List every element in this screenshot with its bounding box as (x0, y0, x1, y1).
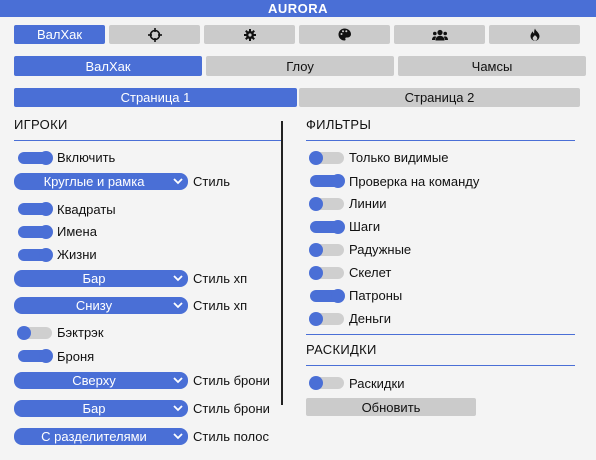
dropdown-value: Бар (82, 271, 106, 286)
toggle-knob (39, 151, 53, 165)
names-label: Имена (57, 224, 97, 239)
armor-toggle[interactable] (18, 349, 53, 363)
grenades-top-divider (306, 334, 575, 335)
toggle-knob (309, 312, 323, 326)
grenades-section-divider (306, 365, 575, 366)
gear-icon (243, 28, 256, 41)
filter-lines-toggle[interactable] (309, 197, 344, 211)
toggle-knob (39, 225, 53, 239)
filter-money-label: Деньги (349, 311, 391, 326)
hp-style-label-1: Стиль хп (193, 271, 248, 286)
filter-visible-only-toggle[interactable] (309, 151, 344, 165)
window-title: AURORA (0, 0, 596, 17)
tab-valhak[interactable]: ВалХак (14, 25, 105, 44)
chevron-down-icon (172, 175, 184, 190)
toggle-knob (309, 376, 323, 390)
toggle-knob (309, 266, 323, 280)
tab-settings[interactable] (204, 25, 295, 44)
column-divider (281, 121, 283, 405)
filters-section-title: ФИЛЬТРЫ (306, 117, 372, 132)
filter-skeleton-label: Скелет (349, 265, 392, 280)
toggle-knob (39, 248, 53, 262)
toggle-knob (331, 174, 345, 188)
bar-style-label: Стиль полос (193, 429, 270, 444)
dropdown-value: С разделителями (41, 429, 147, 444)
filter-rainbow-toggle[interactable] (309, 243, 344, 257)
filter-team-check-toggle[interactable] (310, 174, 345, 188)
dropdown-value: Сверху (72, 373, 116, 388)
tab-aimbot[interactable] (109, 25, 200, 44)
chevron-down-icon (172, 272, 184, 287)
enable-toggle[interactable] (18, 151, 53, 165)
grenades-toggle[interactable] (309, 376, 344, 390)
filter-visible-only-label: Только видимые (349, 150, 449, 165)
health-label: Жизни (57, 247, 97, 262)
dropdown-value: Бар (82, 401, 106, 416)
page-tab-bar: Страница 1 Страница 2 (14, 88, 580, 107)
armor-style-dropdown-2[interactable]: Бар (14, 400, 188, 417)
toggle-knob (39, 202, 53, 216)
backtrack-toggle[interactable] (17, 326, 52, 340)
subtab-glow[interactable]: Глоу (206, 56, 394, 76)
filter-lines-label: Линии (349, 196, 387, 211)
armor-style-label-1: Стиль брони (193, 373, 270, 388)
refresh-button[interactable]: Обновить (306, 398, 476, 416)
armor-label: Броня (57, 349, 95, 364)
toggle-knob (309, 197, 323, 211)
style-dropdown[interactable]: Круглые и рамка (14, 173, 188, 190)
filter-ammo-label: Патроны (349, 288, 403, 303)
hp-style-dropdown-1[interactable]: Бар (14, 270, 188, 287)
dropdown-value: Снизу (75, 298, 113, 313)
players-section-divider (14, 140, 282, 141)
subtab-valhak[interactable]: ВалХак (14, 56, 202, 76)
filter-steps-label: Шаги (349, 219, 381, 234)
hp-style-label-2: Стиль хп (193, 298, 248, 313)
backtrack-label: Бэктрэк (57, 325, 104, 340)
toggle-knob (309, 151, 323, 165)
grenades-label: Раскидки (349, 376, 405, 391)
players-section-title: ИГРОКИ (14, 117, 68, 132)
dropdown-value: Круглые и рамка (43, 174, 145, 189)
squares-toggle[interactable] (18, 202, 53, 216)
toggle-knob (331, 289, 345, 303)
subtab-chams[interactable]: Чамсы (398, 56, 586, 76)
health-toggle[interactable] (18, 248, 53, 262)
filter-steps-toggle[interactable] (310, 220, 345, 234)
filter-skeleton-toggle[interactable] (309, 266, 344, 280)
filter-team-check-label: Проверка на команду (349, 174, 480, 189)
toggle-knob (331, 220, 345, 234)
users-icon (431, 29, 448, 41)
filter-money-toggle[interactable] (309, 312, 344, 326)
tab-misc[interactable] (489, 25, 580, 44)
main-tab-bar: ВалХак (14, 25, 580, 44)
chevron-down-icon (172, 374, 184, 389)
names-toggle[interactable] (18, 225, 53, 239)
chevron-down-icon (172, 430, 184, 445)
tab-players[interactable] (394, 25, 485, 44)
style-label: Стиль (193, 174, 230, 189)
palette-icon (338, 28, 351, 41)
bar-style-dropdown[interactable]: С разделителями (14, 428, 188, 445)
tab-colors[interactable] (299, 25, 390, 44)
chevron-down-icon (172, 299, 184, 314)
toggle-knob (39, 349, 53, 363)
crosshair-icon (147, 27, 162, 42)
grenades-section-title: РАСКИДКИ (306, 342, 377, 357)
enable-label: Включить (57, 150, 116, 165)
chevron-down-icon (172, 402, 184, 417)
armor-style-dropdown-1[interactable]: Сверху (14, 372, 188, 389)
page-tab-2[interactable]: Страница 2 (299, 88, 580, 107)
filter-rainbow-label: Радужные (349, 242, 412, 257)
fire-icon (530, 28, 540, 41)
hp-style-dropdown-2[interactable]: Снизу (14, 297, 188, 314)
armor-style-label-2: Стиль брони (193, 401, 270, 416)
toggle-knob (17, 326, 31, 340)
toggle-knob (309, 243, 323, 257)
page-tab-1[interactable]: Страница 1 (14, 88, 297, 107)
filters-section-divider (306, 140, 575, 141)
sub-tab-bar: ВалХак Глоу Чамсы (14, 56, 586, 76)
filter-ammo-toggle[interactable] (310, 289, 345, 303)
squares-label: Квадраты (57, 202, 116, 217)
